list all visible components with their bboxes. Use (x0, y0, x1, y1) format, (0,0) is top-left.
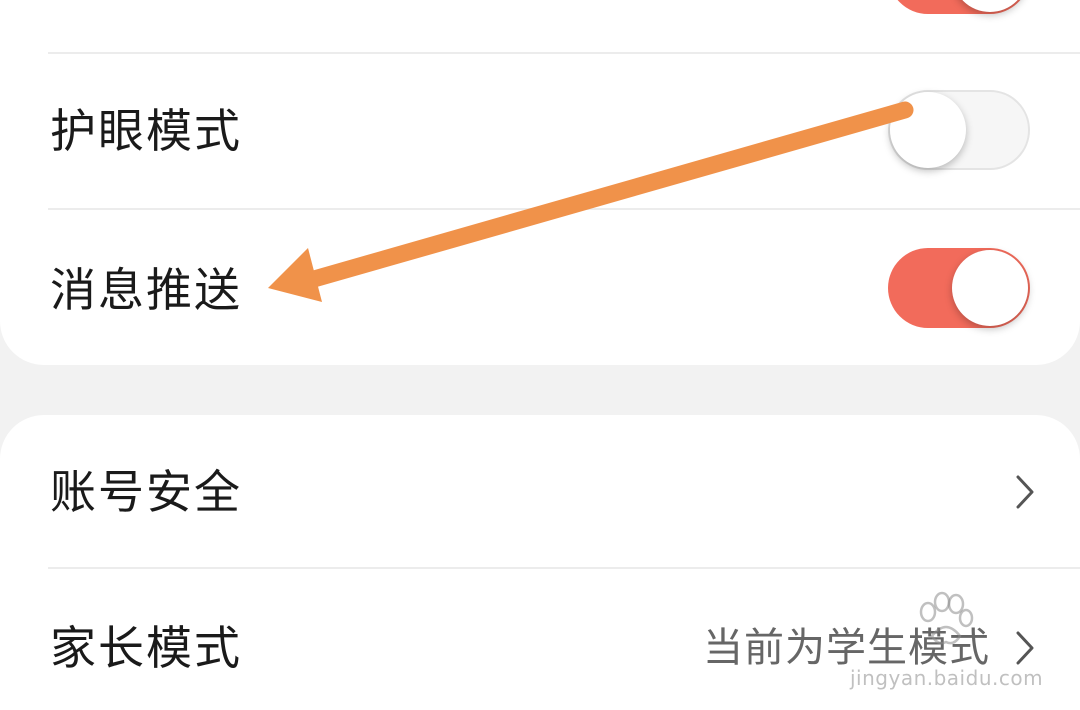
paw-icon (919, 591, 974, 645)
message-push-label: 消息推送 (50, 263, 242, 317)
toggle-knob (890, 92, 966, 168)
account-security-label: 账号安全 (50, 465, 242, 519)
eye-protection-label: 护眼模式 (50, 104, 242, 158)
toggle-knob (952, 250, 1028, 326)
parent-mode-label: 家长模式 (50, 621, 242, 675)
eye-protection-row[interactable]: 护眼模式 (0, 54, 1080, 208)
eye-protection-toggle[interactable] (888, 90, 1030, 170)
previous-setting-toggle[interactable] (888, 0, 1030, 14)
message-push-row[interactable]: 消息推送 (0, 210, 1080, 364)
chevron-right-icon (1016, 475, 1034, 509)
watermark: jingyan.baidu.com (850, 590, 1050, 690)
settings-page: 护眼模式 消息推送 账号安全 家长模式 当前为学生模式 jingyan.baid… (0, 0, 1080, 710)
watermark-url: jingyan.baidu.com (850, 666, 1044, 690)
account-security-row[interactable]: 账号安全 (0, 415, 1080, 567)
message-push-toggle[interactable] (888, 248, 1030, 328)
toggle-knob (952, 0, 1028, 12)
